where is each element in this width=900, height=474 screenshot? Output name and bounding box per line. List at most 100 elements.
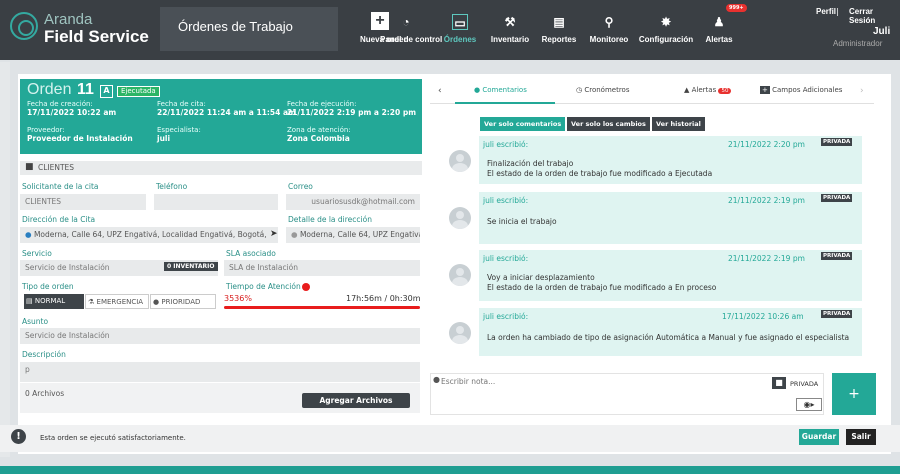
- nav-label: Panel de control: [380, 35, 443, 44]
- inventory-icon: ⚒: [504, 15, 516, 29]
- location-pin-icon: ●: [25, 230, 32, 239]
- perfil-link[interactable]: Perfil: [816, 7, 836, 16]
- privada-badge: PRIVADA: [821, 138, 853, 146]
- solicitante-label: Solicitante de la cita: [22, 182, 99, 191]
- comment-line: La orden ha cambiado de tipo de asignaci…: [487, 333, 850, 342]
- comment-line: Se inicia el trabajo: [487, 217, 557, 226]
- page-title: Órdenes de Trabajo: [178, 19, 293, 34]
- ver-solo-comentarios-button[interactable]: Ver solo comentarios: [480, 117, 566, 131]
- header-separator: |: [836, 7, 839, 16]
- direccion-label: Dirección de la Cita: [22, 215, 96, 224]
- fecha-creacion-label: Fecha de creación:: [27, 100, 93, 108]
- status-badge: Ejecutada: [117, 86, 160, 97]
- clients-section-bar[interactable]: [20, 161, 422, 175]
- nav-ordenes[interactable]: ▭ Órdenes: [441, 0, 479, 56]
- servicio-label: Servicio: [22, 249, 52, 258]
- comment-icon: ●: [433, 375, 440, 384]
- direccion-field[interactable]: ● Moderna, Calle 64, UPZ Engativá, Local…: [20, 227, 278, 243]
- nav-monitoreo[interactable]: ⚲ Monitoreo: [588, 0, 630, 56]
- zona-label: Zona de atención:: [287, 126, 351, 134]
- priority-icon: ●: [153, 298, 160, 306]
- ver-historial-button[interactable]: Ver historial: [652, 117, 705, 131]
- nav-panel-control[interactable]: ◔ Panel de control: [380, 0, 443, 56]
- comment-author: juli escribió:: [483, 196, 529, 205]
- reports-icon: ▤: [553, 15, 565, 29]
- comment-icon: ●: [474, 86, 481, 94]
- fecha-cita: 22/11/2022 11:24 am a 11:54 am: [157, 108, 296, 117]
- tipo-prioridad-button[interactable]: ● PRIORIDAD: [150, 294, 216, 309]
- guardar-button[interactable]: Guardar: [799, 429, 839, 445]
- nav-reportes[interactable]: ▤ Reportes: [540, 0, 578, 56]
- alert-count-badge: 999+: [726, 4, 747, 12]
- bell-icon: ♟: [713, 15, 725, 29]
- dashboard-icon: ◔: [402, 15, 410, 29]
- note-input[interactable]: [441, 375, 641, 387]
- tab-label: Campos Adicionales: [772, 86, 843, 94]
- avatar: [449, 322, 471, 344]
- agregar-archivos-button[interactable]: Agregar Archivos: [302, 393, 410, 408]
- navigate-icon[interactable]: ➤: [270, 229, 278, 239]
- tab-comentarios[interactable]: ● Comentarios: [474, 86, 527, 94]
- tiempo-atencion-label: Tiempo de Atención: [226, 282, 301, 291]
- fecha-ejecucion-label: Fecha de ejecución:: [287, 100, 357, 108]
- lock-icon[interactable]: ■: [772, 377, 786, 389]
- tab-label: Cronómetros: [584, 86, 630, 94]
- telefono-field[interactable]: [154, 194, 278, 210]
- add-note-button[interactable]: +: [832, 373, 876, 415]
- tipo-emergencia-button[interactable]: ⚗ EMERGENCIA: [85, 294, 149, 309]
- sla-field[interactable]: SLA de Instalación: [224, 260, 420, 276]
- nav-label: Inventario: [490, 35, 530, 44]
- archivos-count: 0 Archivos: [25, 389, 65, 398]
- correo-field[interactable]: usuariosusdk@hotmail.com: [286, 194, 420, 210]
- descripcion-field[interactable]: p: [20, 362, 420, 382]
- detalle-field[interactable]: ● Moderna, Calle 64, UPZ Engativá, l: [286, 227, 420, 243]
- asunto-label: Asunto: [22, 317, 49, 326]
- nav-inventario[interactable]: ⚒ Inventario: [488, 0, 532, 56]
- avatar: [449, 150, 471, 172]
- active-tab-indicator: [455, 102, 555, 104]
- user-role: Administrador: [833, 39, 883, 48]
- correo-label: Correo: [288, 182, 313, 191]
- nav-configuracion[interactable]: ✸ Configuración: [638, 0, 694, 56]
- emergency-icon: ⚗: [88, 298, 95, 306]
- ver-solo-cambios-button[interactable]: Ver solo los cambios: [567, 117, 650, 131]
- tiempo-progress-bar: [224, 306, 420, 309]
- tipo-prioridad-label: PRIORIDAD: [161, 298, 201, 306]
- tab-campos-adicionales[interactable]: + Campos Adicionales: [760, 86, 842, 94]
- comment-item: [479, 308, 862, 356]
- alert-dot-icon: [302, 283, 310, 291]
- direccion-value: Moderna, Calle 64, UPZ Engativá, Localid…: [33, 230, 267, 239]
- privada-badge: PRIVADA: [821, 194, 853, 202]
- brand-name-bottom: Field Service: [44, 27, 149, 46]
- logo-icon: [10, 12, 38, 40]
- especialista: juli: [157, 134, 171, 143]
- detalle-value: Moderna, Calle 64, UPZ Engativá, l: [299, 230, 420, 239]
- nav-label: Órdenes: [443, 35, 477, 44]
- salir-button[interactable]: Salir: [846, 429, 876, 445]
- descripcion-label: Descripción: [22, 350, 66, 359]
- order-type-letter: A: [100, 85, 113, 98]
- proveedor-label: Proveedor:: [27, 126, 65, 134]
- asunto-field[interactable]: Servicio de Instalación: [20, 328, 420, 344]
- side-strip: [0, 62, 10, 457]
- zona: Zona Colombia: [287, 134, 350, 143]
- tiempo-percentage: 3536%: [224, 294, 252, 303]
- cerrar-sesion-link[interactable]: Cerrar Sesión: [849, 7, 900, 25]
- comment-date: 17/11/2022 10:26 am: [722, 312, 804, 321]
- status-message: Esta orden se ejecutó satisfactoriamente…: [40, 434, 186, 442]
- bottom-accent-bar: [0, 466, 900, 474]
- tipo-normal-button[interactable]: ▤ NORMAL: [24, 294, 84, 309]
- sla-label: SLA asociado: [226, 249, 276, 258]
- chevron-left-icon[interactable]: ‹: [438, 86, 442, 96]
- comment-date: 21/11/2022 2:20 pm: [728, 140, 805, 149]
- inventario-badge[interactable]: 0 INVENTARIO: [164, 262, 218, 271]
- tab-cronometros[interactable]: ◷ Cronómetros: [576, 86, 629, 94]
- tiempo-value: 17h:56m / 0h:30m: [346, 294, 421, 303]
- privada-badge: PRIVADA: [821, 310, 853, 318]
- solicitante-field[interactable]: CLIENTES: [20, 194, 146, 210]
- orders-icon: ▭: [452, 14, 468, 30]
- chevron-right-icon[interactable]: ›: [860, 86, 864, 96]
- tab-alertas[interactable]: ▲ Alertas 50: [684, 86, 732, 94]
- camera-icon[interactable]: ◉▸: [796, 398, 822, 411]
- especialista-label: Especialista:: [157, 126, 201, 134]
